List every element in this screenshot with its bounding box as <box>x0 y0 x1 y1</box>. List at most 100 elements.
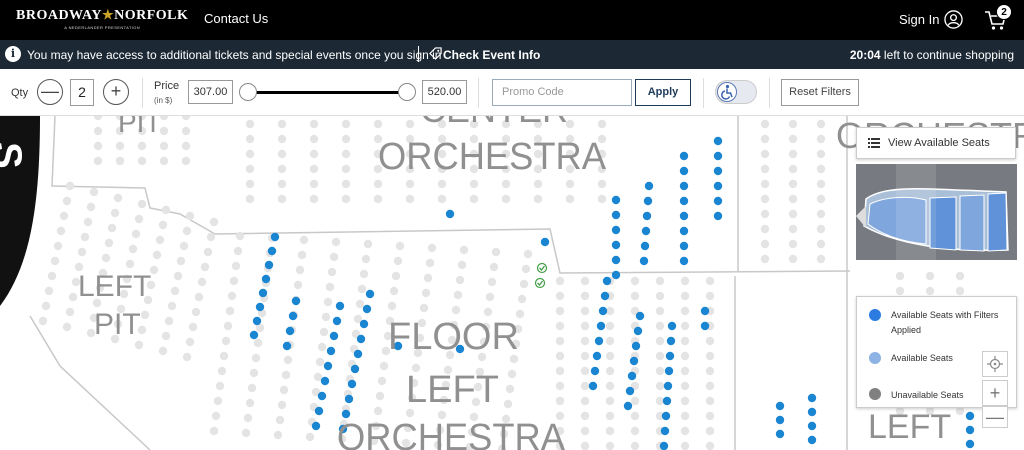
seat-dot[interactable] <box>631 341 641 351</box>
seat-dot[interactable] <box>341 164 351 174</box>
seat-dot[interactable] <box>176 256 186 266</box>
seat-dot[interactable] <box>605 396 615 406</box>
seat-dot[interactable] <box>666 336 676 346</box>
seat-dot[interactable] <box>679 241 689 251</box>
seat-dot[interactable] <box>600 291 610 301</box>
seat-dot[interactable] <box>319 327 329 337</box>
seat-dot[interactable] <box>895 286 905 296</box>
seat-dot[interactable] <box>925 271 935 281</box>
seat-dot[interactable] <box>320 376 330 386</box>
seat-dot[interactable] <box>705 366 715 376</box>
seat-dot[interactable] <box>200 262 210 272</box>
seat-dot[interactable] <box>243 413 253 423</box>
seat-dot[interactable] <box>679 166 689 176</box>
seat-dot[interactable] <box>62 322 72 332</box>
seat-dot[interactable] <box>209 217 219 227</box>
seat-dot[interactable] <box>347 379 357 389</box>
seat-dot[interactable] <box>533 179 543 189</box>
seat-dot[interactable] <box>65 307 75 317</box>
seat-dot[interactable] <box>507 369 517 379</box>
seat-dot[interactable] <box>955 286 965 296</box>
seat-dot[interactable] <box>314 406 324 416</box>
seat-dot[interactable] <box>427 243 437 253</box>
seat-dot[interactable] <box>355 299 365 309</box>
seat-dot[interactable] <box>229 276 239 286</box>
seat-dot[interactable] <box>955 271 965 281</box>
seat-dot[interactable] <box>38 316 48 326</box>
seat-dot[interactable] <box>630 411 640 421</box>
seat-dot[interactable] <box>680 396 690 406</box>
seat-dot[interactable] <box>639 256 649 266</box>
seat-dot[interactable] <box>605 381 615 391</box>
seat-dot[interactable] <box>185 337 195 347</box>
seat-dot[interactable] <box>93 141 103 151</box>
seat-dot[interactable] <box>291 296 301 306</box>
seat-dot[interactable] <box>419 303 429 313</box>
seat-dot[interactable] <box>437 194 447 204</box>
seat-dot[interactable] <box>173 271 183 281</box>
seat-dot[interactable] <box>359 269 369 279</box>
seat-dot[interactable] <box>341 134 351 144</box>
seat-dot[interactable] <box>602 276 612 286</box>
seat-dot[interactable] <box>211 411 221 421</box>
seat-dot[interactable] <box>279 385 289 395</box>
seat-dot[interactable] <box>357 284 367 294</box>
seat-dot[interactable] <box>700 321 710 331</box>
seat-dot[interactable] <box>206 232 216 242</box>
seat-dot[interactable] <box>41 301 51 311</box>
seat-dot[interactable] <box>679 151 689 161</box>
seat-dot[interactable] <box>53 241 63 251</box>
seat-dot[interactable] <box>713 151 723 161</box>
seat-dot[interactable] <box>679 181 689 191</box>
seat-dot[interactable] <box>469 194 479 204</box>
seat-dot[interactable] <box>152 250 162 260</box>
seat-dot[interactable] <box>679 196 689 206</box>
seat-dot[interactable] <box>643 196 653 206</box>
seat-dot[interactable] <box>660 426 670 436</box>
seat-dot[interactable] <box>353 349 363 359</box>
seat-dot[interactable] <box>555 306 565 316</box>
seat-dot[interactable] <box>611 240 621 250</box>
seat-dot[interactable] <box>700 306 710 316</box>
seat-dot[interactable] <box>282 341 292 351</box>
seat-dot[interactable] <box>59 211 69 221</box>
seat-dot[interactable] <box>181 156 191 166</box>
seat-dot[interactable] <box>580 306 590 316</box>
seat-dot[interactable] <box>331 237 341 247</box>
seat-dot[interactable] <box>598 306 608 316</box>
seat-dot[interactable] <box>489 262 499 272</box>
seat-dot[interactable] <box>580 426 590 436</box>
seat-dot[interactable] <box>760 209 770 219</box>
seat-dot[interactable] <box>680 336 690 346</box>
venue-minimap[interactable] <box>856 164 1017 260</box>
seat-dot[interactable] <box>277 149 287 159</box>
seat-dot[interactable] <box>705 426 715 436</box>
seat-dot[interactable] <box>62 196 72 206</box>
seat-dot[interactable] <box>110 208 120 218</box>
qty-value[interactable]: 2 <box>70 79 94 106</box>
seat-dot[interactable] <box>580 366 590 376</box>
reset-filters-button[interactable]: Reset Filters <box>781 79 859 106</box>
seat-dot[interactable] <box>611 255 621 265</box>
seat-dot[interactable] <box>630 276 640 286</box>
seat-dot[interactable] <box>93 116 103 121</box>
seat-dot[interactable] <box>816 254 826 264</box>
seat-dot[interactable] <box>277 134 287 144</box>
seat-dot[interactable] <box>788 119 798 129</box>
seat-dot[interactable] <box>807 421 817 431</box>
seat-dot[interactable] <box>627 371 637 381</box>
seat-dot[interactable] <box>379 361 389 371</box>
seat-dot[interactable] <box>760 119 770 129</box>
seat-dot[interactable] <box>325 282 335 292</box>
seat-dot[interactable] <box>341 179 351 189</box>
seat-dot[interactable] <box>167 301 177 311</box>
seat-dot[interactable] <box>252 316 262 326</box>
seat-dot[interactable] <box>565 194 575 204</box>
seat-dot[interactable] <box>213 396 223 406</box>
seat-dot[interactable] <box>533 194 543 204</box>
seat-dot[interactable] <box>680 366 690 376</box>
seat-dot[interactable] <box>459 245 469 255</box>
seat-dot[interactable] <box>231 261 241 271</box>
seat-dot[interactable] <box>93 156 103 166</box>
seat-dot[interactable] <box>317 391 327 401</box>
